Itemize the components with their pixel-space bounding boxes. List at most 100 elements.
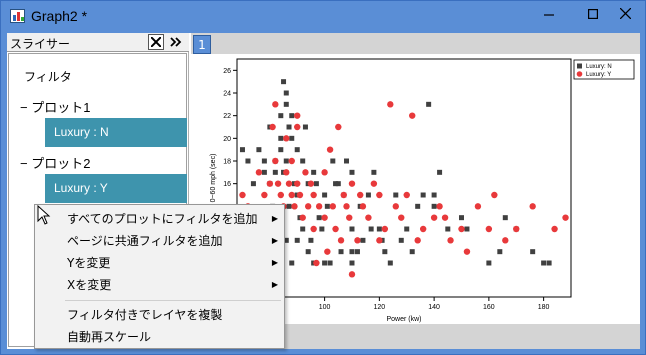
data-point-luxury-n bbox=[382, 249, 388, 255]
close-button[interactable] bbox=[603, 3, 646, 29]
data-point-luxury-y bbox=[272, 101, 279, 108]
submenu-arrow-icon: ▶ bbox=[271, 258, 278, 267]
data-point-luxury-y bbox=[304, 203, 312, 210]
data-point-luxury-y bbox=[315, 203, 323, 210]
legend-label: Luxury: N bbox=[586, 64, 612, 70]
data-point-luxury-y bbox=[354, 237, 361, 244]
close-icon bbox=[150, 36, 162, 48]
title-bar[interactable]: Graph2 * bbox=[1, 1, 645, 32]
data-point-luxury-y bbox=[266, 180, 274, 187]
data-point-luxury-y bbox=[310, 191, 317, 199]
slicer-header: スライサー bbox=[7, 33, 189, 52]
x-tick-label: 100 bbox=[319, 304, 331, 311]
menu-item-label: Xを変更 bbox=[67, 278, 112, 292]
data-point-luxury-y bbox=[562, 214, 569, 221]
data-point-luxury-y bbox=[272, 157, 279, 165]
data-point-luxury-n bbox=[349, 226, 355, 232]
data-point-luxury-y bbox=[269, 123, 276, 131]
slicer-close-button[interactable] bbox=[148, 34, 164, 50]
data-point-luxury-n bbox=[502, 215, 508, 221]
minimize-button[interactable] bbox=[527, 3, 571, 29]
legend-marker bbox=[576, 71, 583, 77]
data-point-luxury-n bbox=[530, 249, 536, 255]
data-point-luxury-y bbox=[299, 214, 306, 221]
data-point-luxury-y bbox=[381, 225, 389, 233]
menu-item-change-y[interactable]: Yを変更 ▶ bbox=[35, 252, 284, 274]
data-point-luxury-y bbox=[392, 203, 399, 210]
menu-item-auto-rescale[interactable]: 自動再スケール bbox=[35, 326, 284, 348]
data-point-luxury-y bbox=[321, 169, 328, 176]
data-point-luxury-n bbox=[415, 203, 421, 209]
data-point-luxury-n bbox=[322, 192, 328, 198]
data-point-luxury-y bbox=[356, 191, 364, 199]
data-point-luxury-n bbox=[313, 181, 319, 187]
data-point-luxury-y bbox=[326, 146, 334, 153]
y-tick-label: 26 bbox=[223, 68, 231, 75]
data-point-luxury-y bbox=[551, 225, 558, 233]
data-point-luxury-y bbox=[376, 237, 383, 244]
data-point-luxury-n bbox=[464, 226, 470, 232]
data-point-luxury-n bbox=[278, 147, 284, 153]
menu-item-duplicate-layer[interactable]: フィルタ付きでレイヤを複製 bbox=[35, 304, 284, 326]
x-axis-label: Power (kw) bbox=[386, 316, 421, 323]
plot1-group-label[interactable]: − プロット1 bbox=[20, 97, 90, 116]
window-title: Graph2 * bbox=[31, 8, 88, 24]
y-tick-label: 20 bbox=[223, 136, 231, 143]
menu-separator bbox=[65, 300, 281, 301]
data-point-luxury-n bbox=[324, 203, 330, 209]
data-point-luxury-y bbox=[348, 271, 356, 278]
data-point-luxury-y bbox=[348, 180, 356, 187]
data-point-luxury-y bbox=[513, 225, 520, 233]
menu-item-change-x[interactable]: Xを変更 ▶ bbox=[35, 274, 284, 296]
plot2-filter-item[interactable]: Luxury : Y bbox=[45, 174, 187, 203]
close-icon bbox=[619, 7, 631, 20]
y-tick-label: 22 bbox=[223, 113, 231, 120]
data-point-luxury-n bbox=[311, 169, 317, 175]
menu-item-label: 自動再スケール bbox=[67, 330, 152, 344]
data-point-luxury-n bbox=[327, 260, 333, 266]
data-point-luxury-n bbox=[283, 90, 289, 96]
submenu-arrow-icon: ▶ bbox=[271, 280, 278, 289]
data-point-luxury-y bbox=[335, 123, 342, 131]
data-point-luxury-y bbox=[436, 203, 443, 210]
data-point-luxury-n bbox=[458, 215, 464, 221]
data-point-luxury-n bbox=[305, 249, 311, 255]
data-point-luxury-n bbox=[387, 260, 393, 266]
data-point-luxury-y bbox=[283, 135, 290, 142]
data-point-luxury-y bbox=[419, 225, 427, 233]
data-point-luxury-n bbox=[360, 237, 366, 243]
submenu-arrow-icon: ▶ bbox=[271, 214, 278, 223]
plot2-group-label[interactable]: − プロット2 bbox=[20, 153, 90, 172]
data-point-luxury-n bbox=[437, 169, 443, 175]
data-point-luxury-y bbox=[403, 191, 410, 199]
data-point-luxury-y bbox=[414, 237, 421, 244]
data-point-luxury-y bbox=[255, 169, 263, 176]
data-point-luxury-y bbox=[239, 191, 246, 199]
data-point-luxury-n bbox=[420, 192, 426, 198]
data-point-luxury-n bbox=[497, 249, 503, 255]
data-point-luxury-y bbox=[370, 180, 378, 187]
data-point-luxury-y bbox=[458, 225, 465, 233]
data-point-luxury-n bbox=[431, 203, 437, 209]
x-tick-label: 160 bbox=[483, 304, 495, 311]
data-point-luxury-n bbox=[319, 226, 325, 232]
data-point-luxury-y bbox=[474, 203, 482, 210]
slicer-expand-button[interactable] bbox=[168, 34, 184, 50]
data-point-luxury-n bbox=[289, 260, 295, 266]
data-point-luxury-n bbox=[330, 158, 336, 164]
data-point-luxury-n bbox=[365, 192, 371, 198]
menu-item-add-filter-all-plots[interactable]: すべてのプロットにフィルタを追加 ▶ bbox=[35, 208, 284, 230]
data-point-luxury-n bbox=[445, 226, 451, 232]
layer-tab[interactable]: 1 bbox=[193, 35, 211, 54]
data-point-luxury-n bbox=[308, 237, 314, 243]
data-point-luxury-n bbox=[368, 226, 374, 232]
plot1-filter-item[interactable]: Luxury : N bbox=[45, 118, 187, 147]
data-point-luxury-n bbox=[349, 249, 355, 255]
data-point-luxury-y bbox=[329, 203, 337, 210]
context-menu: すべてのプロットにフィルタを追加 ▶ ページに共通フィルタを追加 ▶ Yを変更 … bbox=[34, 204, 285, 349]
x-tick-label: 140 bbox=[428, 304, 440, 311]
data-point-luxury-n bbox=[245, 158, 251, 164]
data-point-luxury-y bbox=[365, 214, 372, 221]
data-point-luxury-y bbox=[294, 112, 301, 119]
menu-item-add-page-filter[interactable]: ページに共通フィルタを追加 ▶ bbox=[35, 230, 284, 252]
